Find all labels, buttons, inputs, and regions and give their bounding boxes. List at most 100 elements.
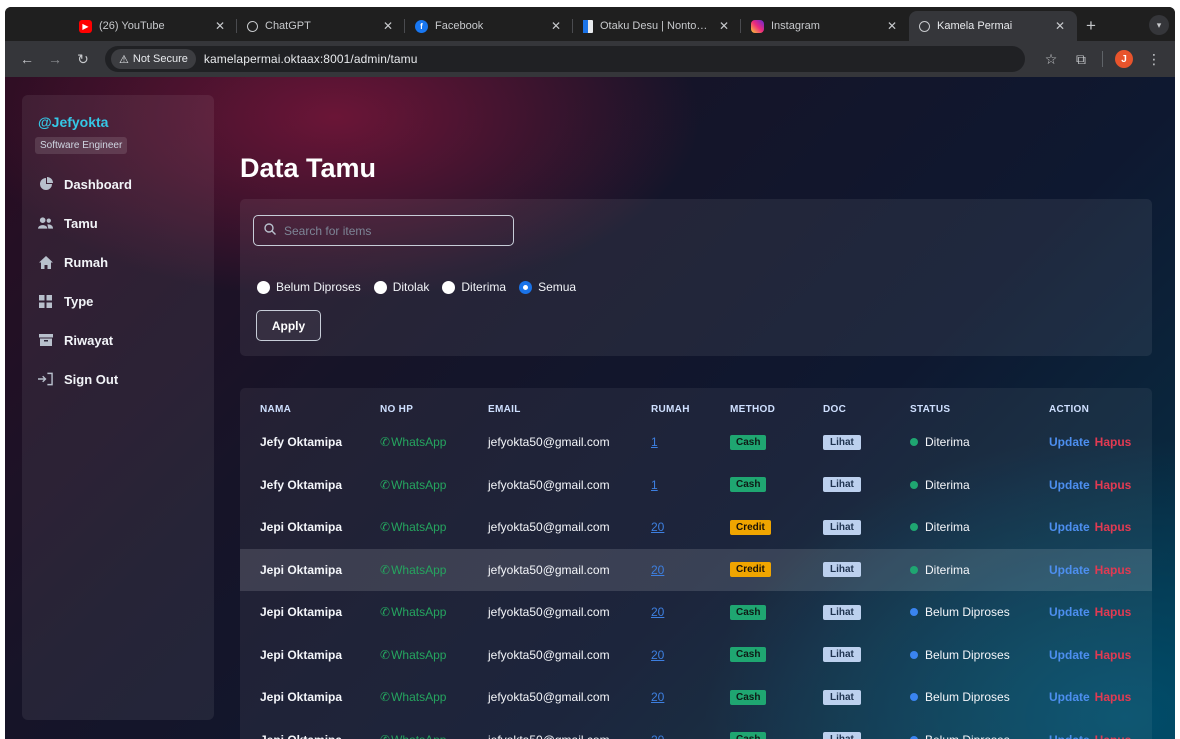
filter-ditolak[interactable]: Ditolak: [373, 280, 429, 294]
tab-search-icon[interactable]: ▾: [1149, 15, 1169, 35]
update-button[interactable]: Update: [1049, 605, 1090, 619]
cell-doc: Lihat: [823, 719, 861, 739]
sidebar-item-rumah[interactable]: Rumah: [38, 250, 108, 274]
search-box[interactable]: [253, 215, 514, 246]
whatsapp-link[interactable]: ✆WhatsApp: [380, 676, 446, 719]
address-bar[interactable]: ⚠ Not Secure kamelapermai.oktaax:8001/ad…: [105, 46, 1025, 72]
forward-icon[interactable]: →: [41, 45, 69, 73]
hapus-button[interactable]: Hapus: [1095, 435, 1132, 449]
whatsapp-link[interactable]: ✆WhatsApp: [380, 421, 446, 464]
toolbar-divider: [1102, 51, 1103, 67]
tab-kamela-permai[interactable]: Kamela Permai ✕: [909, 11, 1077, 41]
whatsapp-link[interactable]: ✆WhatsApp: [380, 591, 446, 634]
back-icon[interactable]: ←: [13, 45, 41, 73]
sidebar-item-riwayat[interactable]: Riwayat: [38, 328, 113, 352]
tab-otaku[interactable]: Otaku Desu | Nonton da ✕: [573, 11, 741, 41]
hapus-button[interactable]: Hapus: [1095, 605, 1132, 619]
hapus-button[interactable]: Hapus: [1095, 690, 1132, 704]
sidebar-item-dashboard[interactable]: Dashboard: [38, 172, 132, 196]
lihat-doc-button[interactable]: Lihat: [823, 519, 861, 535]
rumah-link[interactable]: 20: [651, 549, 664, 592]
sidebar-item-tamu[interactable]: Tamu: [38, 211, 98, 235]
radio-button-checked[interactable]: [519, 280, 533, 294]
sidebar-item-type[interactable]: Type: [38, 289, 93, 313]
whatsapp-link[interactable]: ✆WhatsApp: [380, 464, 446, 507]
hapus-button[interactable]: Hapus: [1095, 478, 1132, 492]
whatsapp-label: WhatsApp: [391, 733, 446, 739]
whatsapp-link[interactable]: ✆WhatsApp: [380, 506, 446, 549]
update-button[interactable]: Update: [1049, 520, 1090, 534]
star-icon[interactable]: ☆: [1042, 51, 1060, 68]
security-chip[interactable]: ⚠ Not Secure: [111, 49, 196, 69]
rumah-link[interactable]: 20: [651, 719, 664, 739]
update-button[interactable]: Update: [1049, 435, 1090, 449]
filter-semua[interactable]: Semua: [519, 280, 576, 294]
hapus-button[interactable]: Hapus: [1095, 733, 1132, 739]
rumah-link[interactable]: 1: [651, 421, 658, 464]
radio-button[interactable]: [442, 280, 456, 294]
close-icon[interactable]: ✕: [381, 19, 395, 33]
table-row: Jepi Oktamipa ✆WhatsApp jefyokta50@gmail.c…: [240, 506, 1152, 549]
apply-button[interactable]: Apply: [256, 310, 321, 341]
sidebar-username: @Jefyokta: [38, 114, 109, 130]
profile-avatar[interactable]: J: [1115, 50, 1133, 68]
lihat-doc-button[interactable]: Lihat: [823, 477, 861, 493]
kebab-menu-icon[interactable]: ⋮: [1145, 51, 1163, 68]
close-icon[interactable]: ✕: [885, 19, 899, 33]
lihat-doc-button[interactable]: Lihat: [823, 562, 861, 578]
sidebar-item-label: Riwayat: [64, 332, 114, 348]
lihat-doc-button[interactable]: Lihat: [823, 689, 861, 705]
table-row: Jepi Oktamipa ✆WhatsApp jefyokta50@gmail.c…: [240, 634, 1152, 677]
update-button[interactable]: Update: [1049, 563, 1090, 577]
hapus-button[interactable]: Hapus: [1095, 648, 1132, 662]
hapus-button[interactable]: Hapus: [1095, 563, 1132, 577]
lihat-doc-button[interactable]: Lihat: [823, 434, 861, 450]
warning-icon: ⚠: [119, 53, 129, 66]
close-icon[interactable]: ✕: [213, 19, 227, 33]
search-input[interactable]: [284, 223, 494, 238]
whatsapp-link[interactable]: ✆WhatsApp: [380, 634, 446, 677]
hapus-button[interactable]: Hapus: [1095, 520, 1132, 534]
filter-belum-diproses[interactable]: Belum Diproses: [257, 280, 361, 294]
close-icon[interactable]: ✕: [1053, 19, 1067, 33]
radio-button[interactable]: [373, 280, 387, 294]
update-button[interactable]: Update: [1049, 733, 1090, 739]
extensions-icon[interactable]: ⧉: [1072, 51, 1090, 68]
tab-youtube[interactable]: ▶ (26) YouTube ✕: [69, 11, 237, 41]
radio-label: Belum Diproses: [276, 280, 361, 294]
rumah-link[interactable]: 1: [651, 464, 658, 507]
whatsapp-link[interactable]: ✆WhatsApp: [380, 719, 446, 739]
method-badge: Cash: [730, 732, 767, 739]
method-badge: Cash: [730, 477, 767, 493]
lihat-doc-button[interactable]: Lihat: [823, 604, 861, 620]
radio-button[interactable]: [257, 280, 270, 294]
close-icon[interactable]: ✕: [717, 19, 731, 33]
whatsapp-icon: ✆: [380, 562, 391, 577]
update-button[interactable]: Update: [1049, 648, 1090, 662]
rumah-link[interactable]: 20: [651, 591, 664, 634]
tab-title: Instagram: [771, 20, 820, 32]
tab-instagram[interactable]: Instagram ✕: [741, 11, 909, 41]
tab-chatgpt[interactable]: ChatGPT ✕: [237, 11, 405, 41]
close-icon[interactable]: ✕: [549, 19, 563, 33]
rumah-link[interactable]: 20: [651, 676, 664, 719]
whatsapp-link[interactable]: ✆WhatsApp: [380, 549, 446, 592]
cell-method: Credit: [730, 549, 771, 592]
update-button[interactable]: Update: [1049, 690, 1090, 704]
status-text: Diterima: [925, 435, 970, 450]
filter-diterima[interactable]: Diterima: [442, 280, 506, 294]
new-tab-button[interactable]: +: [1077, 11, 1105, 41]
rumah-link[interactable]: 20: [651, 634, 664, 677]
update-button[interactable]: Update: [1049, 478, 1090, 492]
tab-facebook[interactable]: f Facebook ✕: [405, 11, 573, 41]
status-text: Diterima: [925, 562, 970, 577]
lihat-doc-button[interactable]: Lihat: [823, 732, 861, 739]
rumah-link[interactable]: 20: [651, 506, 664, 549]
url-text[interactable]: kamelapermai.oktaax:8001/admin/tamu: [204, 52, 418, 66]
sidebar-item-sign-out[interactable]: Sign Out: [38, 367, 118, 391]
cell-action: Update Hapus: [1049, 719, 1131, 739]
lihat-doc-button[interactable]: Lihat: [823, 647, 861, 663]
table-row: Jepi Oktamipa ✆WhatsApp jefyokta50@gmail.c…: [240, 548, 1152, 592]
cell-doc: Lihat: [823, 506, 861, 549]
reload-icon[interactable]: ↻: [69, 45, 97, 73]
